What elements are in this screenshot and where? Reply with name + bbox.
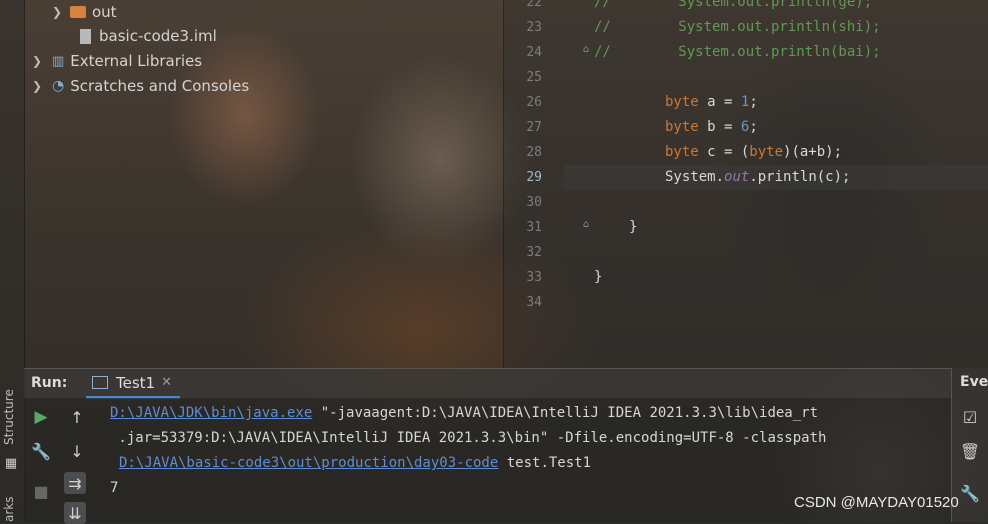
checkbox-icon[interactable]: ☑ [959,406,981,428]
code-line: } [594,269,603,285]
wrench-icon[interactable]: 🔧 [30,440,52,462]
line-number: 26 [526,95,542,110]
tree-item-label: Scratches and Consoles [70,77,250,95]
line-number: 27 [526,120,542,135]
line-number: 32 [526,245,542,260]
code-line: // System.out.println(shi); [594,19,881,35]
fold-icon[interactable]: ⌂ [579,217,593,231]
code-line: // System.out.println(bai); [594,44,881,60]
tree-item-out[interactable]: ❯ out [52,0,117,24]
trash-icon[interactable]: 🗑 [959,440,981,462]
structure-icon: ▦ [4,455,18,471]
tree-item-label: External Libraries [70,52,203,70]
code-line: byte c = (byte)(a+b); [665,144,843,160]
code-line: } [629,219,638,235]
rerun-icon[interactable]: ▶ [30,406,52,428]
run-label: Run: [31,375,68,391]
chevron-right-icon[interactable]: ❯ [32,54,46,68]
code-line: // System.out.println(ge); [594,0,873,10]
line-number: 24 [526,45,542,60]
console-line: D:\JAVA\JDK\bin\java.exe "-javaagent:D:\… [110,405,819,421]
left-tool-strip: Structure ▦ arks [0,0,25,522]
tree-item-label: basic-code3.iml [99,27,217,45]
chevron-right-icon[interactable]: ❯ [52,5,66,19]
line-number: 25 [526,70,542,85]
line-number: 28 [526,145,542,160]
soft-wrap-icon[interactable]: ⇉ [64,472,86,494]
arrow-down-icon[interactable]: ↓ [66,440,88,462]
fold-icon[interactable]: ⌂ [579,42,593,56]
console-line: .jar=53379:D:\JAVA\IDEA\IntelliJ IDEA 20… [110,430,827,446]
java-exe-link[interactable]: D:\JAVA\JDK\bin\java.exe [110,405,312,421]
console-output: 7 [110,480,119,496]
scroll-to-end-icon[interactable]: ⇊ [64,502,86,524]
code-line: System.out.println(c); [665,169,851,185]
line-number: 31 [526,220,542,235]
folder-icon [70,6,86,18]
tree-item-external-libraries[interactable]: ❯ ▥ External Libraries [32,49,202,73]
code-line: byte b = 6; [665,119,758,135]
stop-icon[interactable]: ■ [30,480,52,502]
watermark: CSDN @MAYDAY01520 [794,494,959,511]
line-number: 30 [526,195,542,210]
tree-item-label: out [92,3,117,21]
close-icon[interactable]: ✕ [161,375,172,390]
project-tree: ❯ out basic-code3.iml ❯ ▥ External Libra… [24,0,502,368]
tab-label: Test1 [116,373,156,392]
bookmarks-tab[interactable]: arks [2,497,16,523]
console-icon [92,376,108,389]
library-icon: ▥ [52,53,65,69]
line-number: 29 [526,170,542,185]
code-line: byte a = 1; [665,94,758,110]
file-icon [80,28,91,44]
line-number: 22 [526,0,542,10]
scratches-icon: ◔ [52,78,65,94]
line-number: 23 [526,20,542,35]
structure-tab[interactable]: Structure [2,389,16,445]
tree-item-iml[interactable]: basic-code3.iml [80,24,217,48]
tree-item-scratches[interactable]: ❯ ◔ Scratches and Consoles [32,74,249,98]
arrow-up-icon[interactable]: ↑ [66,406,88,428]
classpath-link[interactable]: D:\JAVA\basic-code3\out\production\day03… [119,455,498,471]
event-log-label: Eve [960,374,988,390]
tab-test1[interactable]: Test1 ✕ [86,369,180,399]
code-editor[interactable]: 22 23 24 25 26 27 28 29 30 31 32 33 34 ⌂… [503,0,988,368]
line-number: 33 [526,270,542,285]
run-panel-header: Run: Test1 ✕ [24,368,951,399]
wrench-icon[interactable]: 🔧 [959,482,981,504]
chevron-right-icon[interactable]: ❯ [32,79,46,93]
line-number: 34 [526,295,542,310]
run-toolbar: ▶ ↑ 🔧 ↓ ■ ⇉ ⇊ [24,398,102,524]
console-line: D:\JAVA\basic-code3\out\production\day03… [119,455,592,471]
